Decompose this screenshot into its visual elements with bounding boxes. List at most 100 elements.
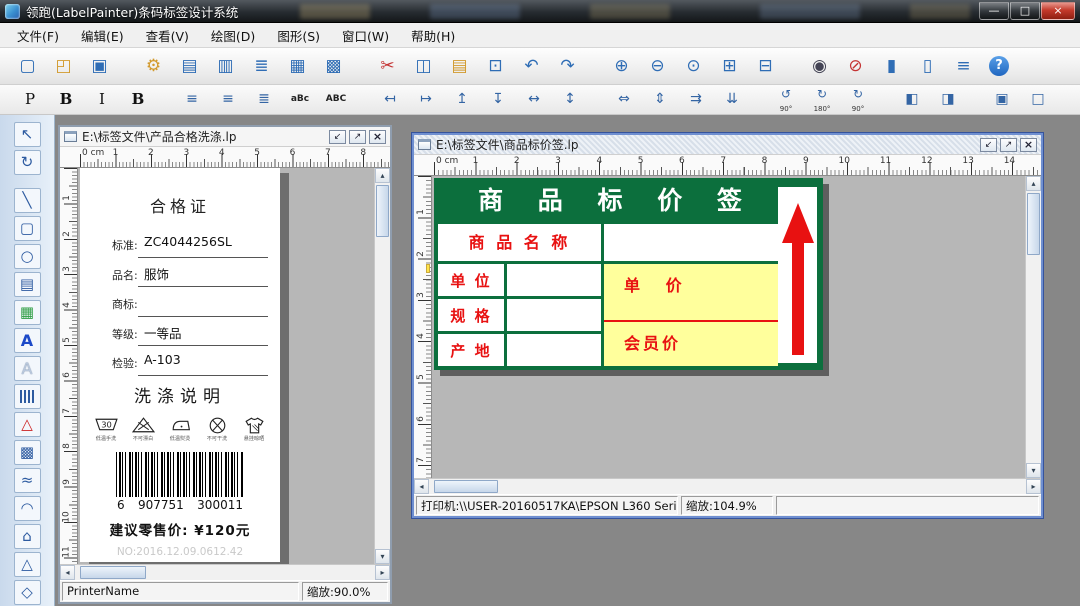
wash-label-page[interactable]: 合格证 标准: ZC4044256SL 品名: 服饰 [80,168,280,562]
ellipse-tool[interactable]: ○ [14,244,41,269]
database-icon[interactable]: ≣ [248,53,275,79]
zoom-tool-icon[interactable]: ⊙ [680,53,707,79]
settings-gear-icon[interactable]: ⚙ [140,53,167,79]
menu-shape[interactable]: 图形(S) [266,23,331,48]
equal-height-icon[interactable]: ⇕ [646,88,674,112]
bold-icon[interactable]: B [52,88,80,112]
curve-tool[interactable]: ≈ [14,468,41,493]
care-symbols-row[interactable]: 30 低温手洗 不可漂白 低温熨烫 不可干 [80,416,280,442]
product-name-value-cell[interactable] [604,224,778,261]
cut-icon[interactable]: ✂ [374,53,401,79]
vertical-scrollbar[interactable]: ▴ ▾ [374,168,390,564]
cert-field-label[interactable]: 品名: [112,267,138,283]
case-mixed-icon[interactable]: aBc [286,88,314,112]
arrow-column[interactable] [778,187,817,363]
maximize-button[interactable]: □ [1010,2,1040,20]
align-text-center-icon[interactable]: ≡ [214,88,242,112]
cert-field-label[interactable]: 商标: [112,296,138,312]
rotate-right-90-icon[interactable]: ↻90° [844,88,872,112]
cert-field-value[interactable]: 服饰 [144,264,169,283]
align-top-edges-icon[interactable]: ↥ [448,88,476,112]
price-tag-row-value-cell[interactable] [507,334,601,366]
price-tag-row-value-cell[interactable] [507,264,601,296]
scrollbar-thumb[interactable] [1027,193,1040,255]
fit-window-icon[interactable]: ⊞ [716,53,743,79]
cert-field-label[interactable]: 标准: [112,237,138,253]
art-text-tool[interactable]: A [14,356,41,381]
price-area[interactable]: 单 价 会员价 [604,264,778,366]
scroll-right-icon[interactable]: ▸ [1026,479,1041,494]
serial-number-text[interactable]: NO:2016.12.09.0612.42 [80,546,280,558]
menu-draw[interactable]: 绘图(D) [200,23,266,48]
scrollbar-thumb[interactable] [80,566,146,579]
unit-price-label[interactable]: 单 价 [624,272,692,296]
cert-field-row[interactable]: 检验: A-103 [80,347,280,377]
doc-close-icon[interactable]: × [1020,138,1037,152]
calculator-icon[interactable]: ▩ [320,53,347,79]
doc-restore-icon[interactable]: ↗ [1000,138,1017,152]
redo-icon[interactable]: ↷ [554,53,581,79]
rotate-left-90-icon[interactable]: ↺90° [772,88,800,112]
object-list-icon[interactable]: ≡ [950,53,977,79]
scroll-left-icon[interactable]: ◂ [60,565,75,580]
document-window-wash-label[interactable]: E:\标签文件\产品合格洗涤.lp ↙ ↗ × 0 cm 12345678 12… [58,125,392,604]
diamond-tool[interactable]: ◇ [14,580,41,605]
product-name-label[interactable]: 商 品 名 称 [438,224,601,261]
undo-icon[interactable]: ↶ [518,53,545,79]
cert-field-value[interactable]: A-103 [144,352,181,367]
horizontal-scrollbar[interactable]: ◂ ▸ [60,564,390,580]
lock-icon[interactable]: ▮ [878,53,905,79]
price-tag-row[interactable]: 规 格 [438,299,601,331]
wash-title-text[interactable]: 洗涤说明 [80,382,280,407]
retail-price-text[interactable]: 建议零售价: ¥120元 [80,519,280,539]
price-tag-row-value-cell[interactable] [507,299,601,331]
qrcode-tool[interactable]: ▩ [14,440,41,465]
space-vertical-icon[interactable]: ⇊ [718,88,746,112]
menu-help[interactable]: 帮助(H) [400,23,466,48]
text-tool[interactable]: A [14,328,41,353]
horizontal-scrollbar[interactable]: ◂ ▸ [414,478,1041,494]
font-plain-icon[interactable]: P [16,88,44,112]
hide-object-icon[interactable]: ⊘ [842,53,869,79]
group-icon[interactable]: ▣ [988,88,1016,112]
scroll-down-icon[interactable]: ▾ [1026,463,1041,478]
show-object-icon[interactable]: ◉ [806,53,833,79]
price-tag-row-label[interactable]: 产 地 [438,334,504,366]
barcode-tool[interactable] [14,384,41,409]
equal-width-icon[interactable]: ⇔ [610,88,638,112]
new-document-icon[interactable]: ▢ [14,53,41,79]
zoom-in-icon[interactable]: ⊕ [608,53,635,79]
menu-view[interactable]: 查看(V) [135,23,200,48]
cert-field-value[interactable]: 一等品 [144,323,182,342]
align-bottom-edges-icon[interactable]: ↧ [484,88,512,112]
paste-icon[interactable]: ▤ [446,53,473,79]
cert-field-row[interactable]: 品名: 服饰 [80,259,280,289]
send-to-back-icon[interactable]: ◨ [934,88,962,112]
member-price-label[interactable]: 会员价 [624,330,681,354]
help-icon[interactable]: ? [989,56,1009,76]
open-file-icon[interactable]: ◰ [50,53,77,79]
unlock-icon[interactable]: ▯ [914,53,941,79]
design-canvas-left[interactable]: 合格证 标准: ZC4044256SL 品名: 服饰 [78,168,374,564]
polygon-tool[interactable]: ⌂ [14,524,41,549]
triangle-tool[interactable]: △ [14,552,41,577]
scroll-down-icon[interactable]: ▾ [375,549,390,564]
rounded-rect-tool[interactable]: ▢ [14,216,41,241]
center-vertical-icon[interactable]: ↕ [556,88,584,112]
print-preview-icon[interactable]: ▥ [212,53,239,79]
arc-tool[interactable]: ◠ [14,496,41,521]
price-tag-row-label[interactable]: 单 位 [438,264,504,296]
cert-field-value[interactable]: ZC4044256SL [144,234,232,249]
scrollbar-thumb[interactable] [434,480,498,493]
rotate-tool[interactable]: ↻ [14,150,41,175]
doc-minimize-icon[interactable]: ↙ [980,138,997,152]
scroll-up-icon[interactable]: ▴ [375,168,390,183]
ean13-barcode[interactable]: 6 907751 300011 [116,452,244,512]
document-window-price-tag[interactable]: E:\标签文件\商品标价签.lp ↙ ↗ × 0 cm 123456789101… [412,133,1043,518]
menu-file[interactable]: 文件(F) [6,23,70,48]
bold-italic-icon[interactable]: B [124,88,152,112]
minimize-button[interactable]: — [979,2,1009,20]
case-upper-icon[interactable]: ABC [322,88,350,112]
italic-icon[interactable]: I [88,88,116,112]
scroll-up-icon[interactable]: ▴ [1026,176,1041,191]
